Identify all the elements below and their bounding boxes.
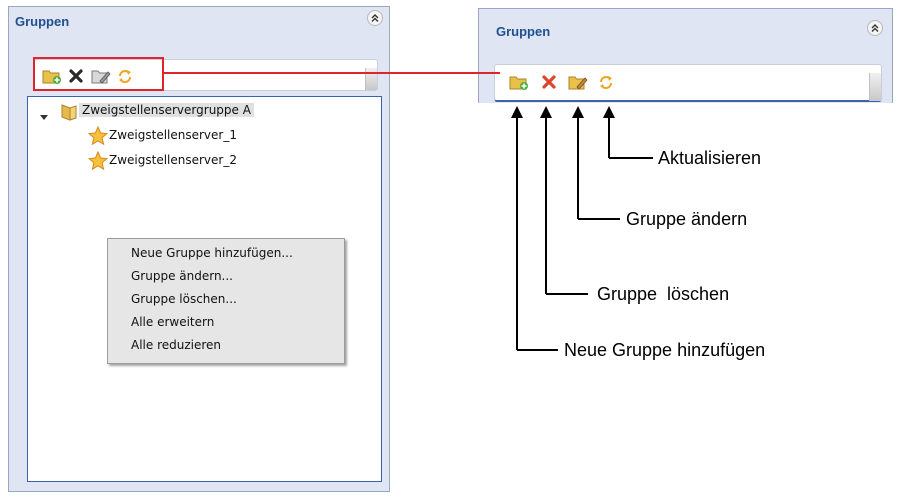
arrow-edit-line — [577, 116, 620, 220]
folder-add-icon — [509, 76, 528, 90]
context-menu: Neue Gruppe hinzufügen... Gruppe ändern.… — [107, 238, 345, 364]
arrow-refresh-head — [603, 106, 615, 118]
right-delete-group-button[interactable] — [539, 72, 559, 92]
left-collapse-button[interactable] — [367, 10, 383, 26]
callout-add-label: Neue Gruppe hinzufügen — [564, 340, 766, 360]
tree-server-label[interactable]: Zweigstellenserver_1 — [109, 128, 237, 142]
right-groups-panel: Gruppen — [478, 8, 893, 103]
double-chevron-up-icon — [371, 14, 379, 22]
arrow-delete-line — [545, 116, 588, 295]
right-new-group-button[interactable] — [509, 72, 529, 92]
right-refresh-button[interactable] — [596, 72, 616, 92]
menu-item-add-group[interactable]: Neue Gruppe hinzufügen... — [131, 246, 293, 260]
callout-refresh-label: Aktualisieren — [658, 148, 762, 168]
arrow-delete-head — [540, 106, 552, 118]
refresh-icon — [600, 76, 612, 89]
folder-edit-icon — [568, 76, 588, 90]
tree-group-label[interactable]: Zweigstellenservergruppe A — [79, 103, 254, 117]
arrow-add-head — [511, 106, 523, 118]
callout-edit-label: Gruppe ändern — [626, 209, 748, 229]
tree-server-label[interactable]: Zweigstellenserver_2 — [109, 153, 237, 167]
menu-item-collapse-all[interactable]: Alle reduzieren — [131, 338, 221, 352]
menu-item-edit-group[interactable]: Gruppe ändern... — [131, 269, 233, 283]
delete-x-icon — [542, 75, 556, 89]
right-toolbar-scroll-grip[interactable] — [869, 73, 881, 101]
star-icon — [88, 126, 108, 146]
toolbar-highlight-box — [33, 57, 164, 91]
double-chevron-up-icon — [871, 24, 879, 32]
folder-icon — [61, 104, 77, 121]
left-toolbar-scroll-grip[interactable] — [365, 68, 377, 90]
arrow-add-line — [516, 116, 558, 351]
left-panel-title: Gruppen — [15, 14, 70, 29]
expand-arrow-icon[interactable] — [39, 112, 49, 122]
right-toolbar — [494, 64, 882, 102]
arrow-edit-head — [572, 106, 584, 118]
star-icon — [88, 151, 108, 171]
menu-item-expand-all[interactable]: Alle erweitern — [131, 315, 214, 329]
callout-delete-label: Gruppe löschen — [597, 284, 730, 304]
menu-item-delete-group[interactable]: Gruppe löschen... — [131, 292, 237, 306]
right-edit-group-button[interactable] — [568, 72, 588, 92]
right-collapse-button[interactable] — [867, 20, 883, 36]
right-panel-title: Gruppen — [496, 24, 551, 39]
arrow-refresh-line — [608, 116, 653, 159]
